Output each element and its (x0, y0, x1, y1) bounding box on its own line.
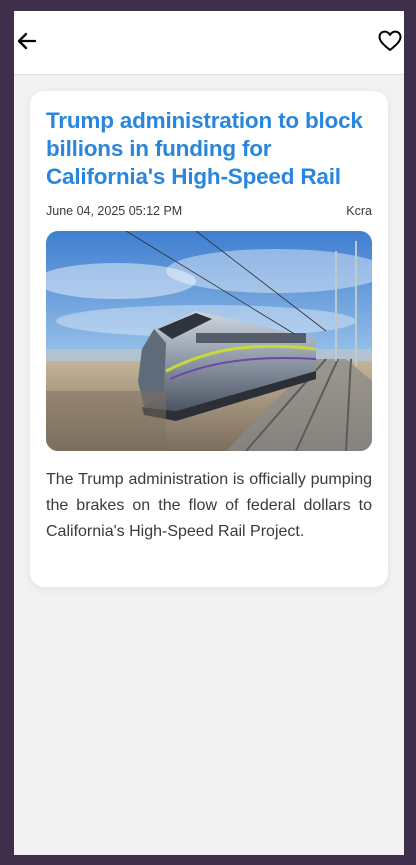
article-source: Kcra (346, 204, 372, 218)
app-screen: Trump administration to block billions i… (14, 11, 404, 855)
article-meta: June 04, 2025 05:12 PM Kcra (46, 204, 372, 218)
favorite-button[interactable] (376, 30, 404, 56)
arrow-left-icon (17, 32, 37, 55)
back-button[interactable] (14, 30, 40, 56)
article-title: Trump administration to block billions i… (46, 108, 363, 189)
article-summary: The Trump administration is officially p… (46, 471, 372, 540)
article-date: June 04, 2025 05:12 PM (46, 204, 183, 218)
top-bar (14, 11, 404, 75)
article-card[interactable]: Trump administration to block billions i… (30, 91, 388, 587)
heart-icon (378, 30, 402, 57)
article-image (46, 231, 372, 451)
